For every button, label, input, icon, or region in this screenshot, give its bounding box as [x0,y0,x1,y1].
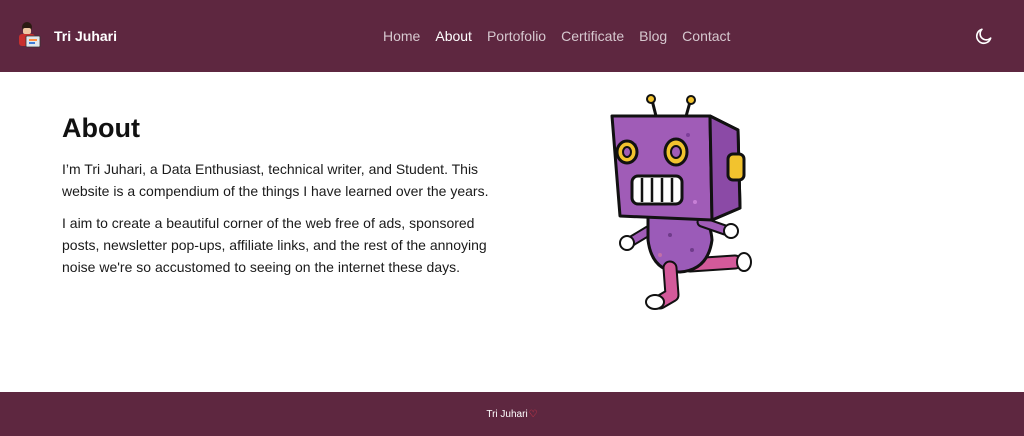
nav-contact[interactable]: Contact [682,27,730,45]
developer-avatar-icon [19,22,41,48]
nav-about[interactable]: About [435,27,472,45]
main-nav: Home About Portofolio Certificate Blog C… [383,27,745,45]
heart-icon: ♡ [528,408,538,420]
about-section: About I’m Tri Juhari, a Data Enthusiast,… [62,110,512,288]
moon-icon[interactable] [974,26,994,46]
mission-paragraph: I aim to create a beautiful corner of th… [62,215,487,275]
navbar: Tri Juhari Home About Portofolio Certifi… [0,0,1024,72]
nav-blog[interactable]: Blog [639,27,667,45]
running-robot-illustration [610,94,752,310]
page-title: About [62,113,140,143]
footer-author: Tri Juhari [486,408,528,420]
footer: Tri Juhari ♡ [0,392,1024,436]
nav-portofolio[interactable]: Portofolio [487,27,546,45]
nav-home[interactable]: Home [383,27,420,45]
brand[interactable]: Tri Juhari [14,20,117,52]
nav-certificate[interactable]: Certificate [561,27,624,45]
intro-paragraph: I’m Tri Juhari, a Data Enthusiast, techn… [62,161,489,199]
brand-name: Tri Juhari [54,28,118,44]
